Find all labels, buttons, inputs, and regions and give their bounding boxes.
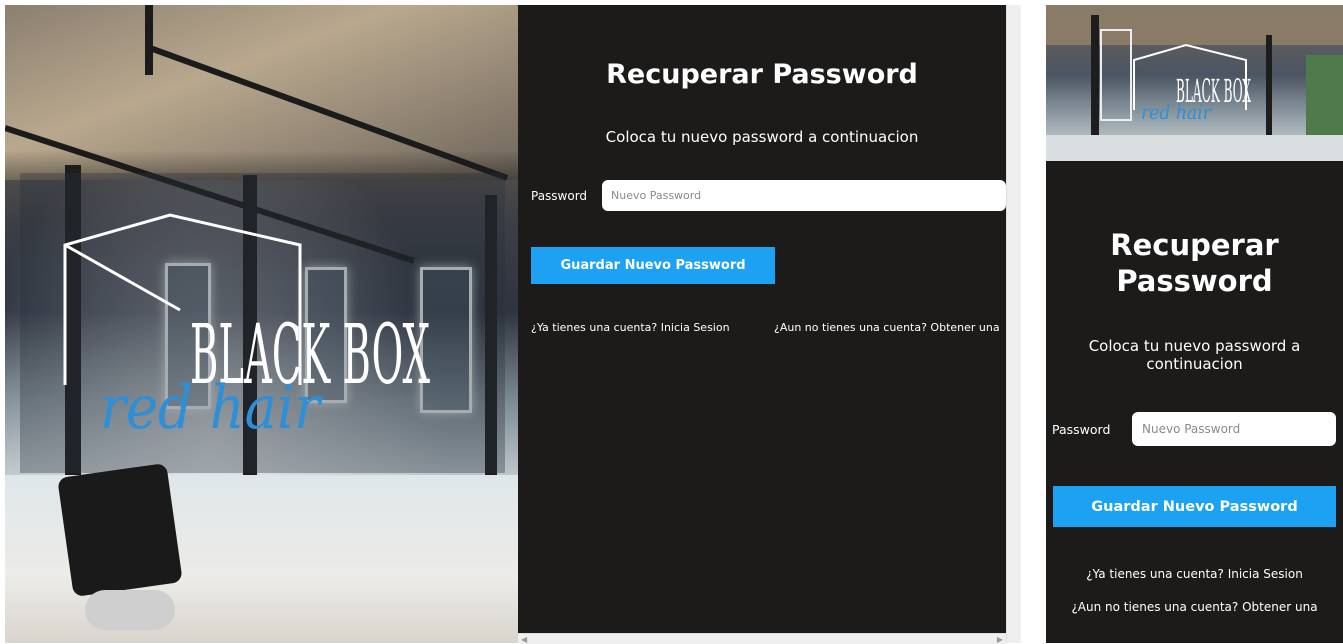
logo-script: red hair bbox=[1141, 100, 1212, 124]
ceiling-duct bbox=[145, 5, 153, 75]
password-label: Password bbox=[531, 189, 588, 203]
barber-chair bbox=[57, 462, 183, 598]
blackbox-logo-mobile: BLACK BOX red hair bbox=[1046, 5, 1343, 161]
password-label: Password bbox=[1052, 422, 1111, 437]
logo-script: red hair bbox=[100, 373, 323, 443]
salon-hero-image-mobile: BLACK BOX red hair bbox=[1046, 5, 1343, 161]
desktop-view: BLACK BOX red hair Recuperar Password Co… bbox=[5, 5, 1021, 644]
barber-chair-base bbox=[85, 590, 175, 630]
new-password-input[interactable] bbox=[602, 180, 1006, 211]
salon-hero-image: BLACK BOX red hair bbox=[5, 5, 518, 643]
page-title: Recuperar Password bbox=[606, 59, 918, 90]
page-subtitle: Coloca tu nuevo password a continuacion bbox=[605, 128, 919, 146]
mobile-view: BLACK BOX red hair Recuperar Password Col… bbox=[1046, 5, 1343, 643]
login-link[interactable]: ¿Ya tienes una cuenta? Inicia Sesion bbox=[531, 321, 730, 334]
register-link[interactable]: ¿Aun no tienes una cuenta? Obtener una bbox=[774, 321, 1000, 334]
register-link[interactable]: ¿Aun no tienes una cuenta? Obtener una bbox=[1046, 600, 1343, 614]
vertical-scrollbar[interactable] bbox=[1006, 5, 1021, 643]
save-password-button[interactable]: Guardar Nuevo Password bbox=[1053, 486, 1336, 527]
login-link[interactable]: ¿Ya tienes una cuenta? Inicia Sesion bbox=[1046, 567, 1343, 581]
recover-password-panel: Recuperar Password Coloca tu nuevo passw… bbox=[518, 5, 1006, 633]
horizontal-scrollbar[interactable]: ◀ ▶ bbox=[518, 633, 1006, 644]
save-password-button[interactable]: Guardar Nuevo Password bbox=[531, 247, 775, 284]
page-title: Recuperar Password bbox=[1110, 228, 1279, 298]
page-subtitle: Coloca tu nuevo password a continuacion bbox=[1088, 337, 1301, 373]
blackbox-logo: BLACK BOX red hair bbox=[63, 213, 430, 443]
new-password-input[interactable] bbox=[1132, 412, 1336, 446]
